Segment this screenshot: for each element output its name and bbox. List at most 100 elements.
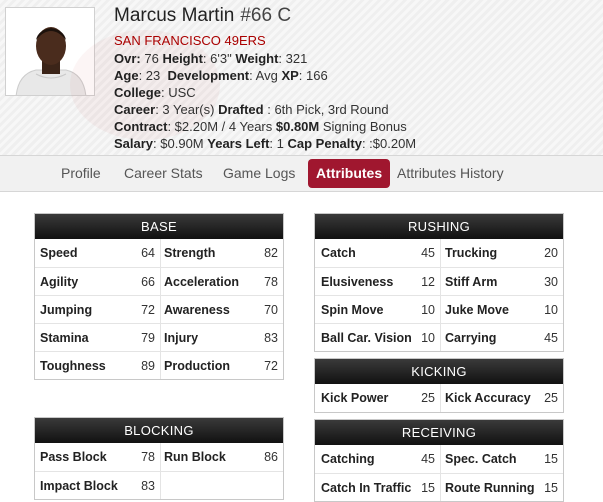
attribute-value — [248, 472, 278, 500]
player-name: Marcus Martin — [114, 5, 235, 26]
attribute-label: Acceleration — [164, 275, 240, 289]
attribute-value: 10 — [421, 331, 435, 345]
attribute-label: Carrying — [445, 331, 497, 345]
attribute-label: Production — [164, 359, 230, 373]
attribute-row: Kick Power 25 Kick Accuracy 25 — [315, 384, 563, 412]
column-divider — [160, 268, 161, 295]
attribute-value: 10 — [421, 303, 435, 317]
attribute-label: Stiff Arm — [445, 275, 498, 289]
attribute-label: Stamina — [40, 331, 89, 345]
attribute-row: Catch In Traffic 15 Route Running 15 — [315, 473, 563, 501]
attribute-value: 66 — [141, 275, 155, 289]
column-divider — [160, 324, 161, 351]
attribute-value: 78 — [264, 275, 278, 289]
column-divider — [440, 324, 441, 351]
column-divider — [160, 296, 161, 323]
attribute-value: 72 — [141, 303, 155, 317]
attribute-value: 82 — [264, 246, 278, 260]
attribute-value: 15 — [544, 452, 558, 466]
attribute-row: Pass Block 78 Run Block 86 — [35, 443, 283, 471]
attribute-row: Stamina 79 Injury 83 — [35, 323, 283, 351]
attribute-label: Kick Accuracy — [445, 391, 531, 405]
attribute-label: Agility — [40, 275, 79, 289]
attribute-value: 89 — [141, 359, 155, 373]
ovr-height-weight-row: Ovr: 76 Height: 6'3" Weight: 321 — [114, 51, 308, 66]
rushing-panel: RUSHING Catch 45 Trucking 20 Elusiveness 12 St… — [314, 213, 564, 352]
player-number-position: #66 C — [240, 5, 292, 26]
attribute-label: Jumping — [40, 303, 93, 317]
column-divider — [160, 443, 161, 471]
attribute-value: 83 — [264, 331, 278, 345]
tab-attributes-history[interactable]: Attributes History — [389, 159, 512, 188]
tab-career-stats[interactable]: Career Stats — [116, 159, 211, 188]
attribute-label: Kick Power — [321, 391, 389, 405]
attribute-label: Impact Block — [40, 479, 118, 493]
attribute-value: 70 — [264, 303, 278, 317]
column-divider — [440, 296, 441, 323]
attribute-value: 25 — [421, 391, 435, 405]
attribute-value: 45 — [421, 246, 435, 260]
attribute-label: Catch — [321, 246, 356, 260]
kicking-panel-title: KICKING — [315, 359, 563, 384]
career-drafted-row: Career: 3 Year(s) Drafted : 6th Pick, 3r… — [114, 102, 389, 117]
attribute-value: 12 — [421, 275, 435, 289]
attribute-label: Injury — [164, 331, 199, 345]
attribute-label: Pass Block — [40, 450, 107, 464]
attribute-value: 78 — [141, 450, 155, 464]
column-divider — [160, 239, 161, 267]
contract-row: Contract: $2.20M / 4 Years $0.80M Signin… — [114, 119, 407, 134]
player-header: Marcus Martin #66 C SAN FRANCISCO 49ERS O… — [0, 0, 603, 155]
attribute-row: Jumping 72 Awareness 70 — [35, 295, 283, 323]
attribute-label: Awareness — [164, 303, 230, 317]
attribute-label: Catch In Traffic — [321, 481, 412, 495]
column-divider — [440, 268, 441, 295]
attribute-value: 86 — [264, 450, 278, 464]
attribute-row: Toughness 89 Production 72 — [35, 351, 283, 379]
attribute-row: Spin Move 10 Juke Move 10 — [315, 295, 563, 323]
team-link[interactable]: SAN FRANCISCO 49ERS — [114, 33, 603, 50]
attribute-label: Juke Move — [445, 303, 509, 317]
attribute-label: Route Running — [445, 481, 535, 495]
attribute-label: Run Block — [164, 450, 226, 464]
attribute-value: 20 — [544, 246, 558, 260]
column-divider — [440, 474, 441, 501]
tab-game-logs[interactable]: Game Logs — [215, 159, 303, 188]
attribute-label: Catching — [321, 452, 375, 466]
column-divider — [440, 239, 441, 267]
attribute-value: 64 — [141, 246, 155, 260]
receiving-panel-title: RECEIVING — [315, 420, 563, 445]
college-row: College: USC — [114, 85, 196, 100]
attribute-label: Spec. Catch — [445, 452, 517, 466]
blocking-panel: BLOCKING Pass Block 78 Run Block 86 Impact B… — [34, 417, 284, 500]
attribute-row: Speed 64 Strength 82 — [35, 239, 283, 267]
attribute-label: Speed — [40, 246, 78, 260]
attribute-label: Ball Car. Vision — [321, 331, 412, 345]
tab-attributes[interactable]: Attributes — [308, 159, 391, 188]
tab-bar: Profile Career Stats Game Logs Attribute… — [0, 155, 603, 192]
attribute-value: 25 — [544, 391, 558, 405]
column-divider — [160, 472, 161, 499]
attribute-value: 79 — [141, 331, 155, 345]
player-info: Marcus Martin #66 C SAN FRANCISCO 49ERS O… — [114, 5, 603, 152]
attribute-row: Ball Car. Vision 10 Carrying 45 — [315, 323, 563, 351]
column-divider — [440, 384, 441, 412]
attribute-value: 15 — [421, 481, 435, 495]
receiving-panel: RECEIVING Catching 45 Spec. Catch 15 Catch I… — [314, 419, 564, 502]
kicking-panel: KICKING Kick Power 25 Kick Accuracy 25 — [314, 358, 564, 413]
rushing-panel-title: RUSHING — [315, 214, 563, 239]
base-panel-title: BASE — [35, 214, 283, 239]
attribute-value: 45 — [544, 331, 558, 345]
attribute-value: 83 — [141, 479, 155, 493]
attribute-row: Elusiveness 12 Stiff Arm 30 — [315, 267, 563, 295]
attribute-value: 72 — [264, 359, 278, 373]
attribute-row: Impact Block 83 — [35, 471, 283, 499]
attribute-label: Trucking — [445, 246, 498, 260]
player-photo — [5, 7, 95, 96]
base-panel: BASE Speed 64 Strength 82 Agility 66 Accelerat… — [34, 213, 284, 380]
attribute-label: Toughness — [40, 359, 106, 373]
attribute-label: Strength — [164, 246, 216, 260]
attribute-label: Elusiveness — [321, 275, 394, 289]
attribute-row: Catch 45 Trucking 20 — [315, 239, 563, 267]
blocking-panel-title: BLOCKING — [35, 418, 283, 443]
tab-profile[interactable]: Profile — [53, 159, 109, 188]
